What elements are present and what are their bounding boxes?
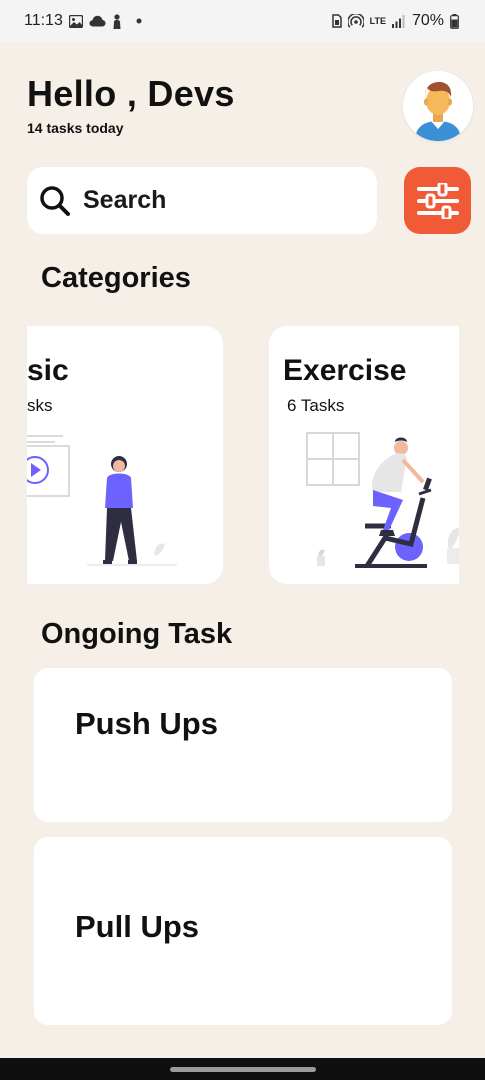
task-title: Pull Ups — [75, 909, 200, 944]
header: Hello , Devs 14 tasks today — [27, 72, 235, 136]
status-bar: 11:13 LTE 70% — [0, 0, 485, 42]
task-title: Push Ups — [75, 706, 218, 741]
category-title: sic — [27, 354, 69, 387]
status-left: 11:13 — [24, 12, 142, 30]
sim-icon — [331, 14, 342, 28]
status-time: 11:13 — [24, 12, 63, 29]
category-card-exercise[interactable]: Exercise 6 Tasks — [269, 326, 459, 584]
person-icon — [112, 13, 122, 29]
category-title: Exercise — [283, 354, 407, 387]
exercise-illustration-icon — [306, 432, 459, 568]
battery-icon — [450, 13, 459, 29]
search-icon — [39, 185, 71, 217]
user-avatar-icon — [403, 71, 473, 141]
category-count: 6 Tasks — [287, 396, 345, 415]
category-count: sks — [27, 396, 53, 415]
hotspot-icon — [347, 14, 364, 28]
category-card-music[interactable]: sic sks — [27, 326, 223, 584]
task-count-subtitle: 14 tasks today — [27, 120, 124, 136]
categories-title: Categories — [41, 262, 191, 294]
cloud-icon — [89, 15, 106, 27]
dot-icon — [136, 18, 142, 24]
sliders-icon — [416, 182, 459, 219]
filter-button[interactable] — [404, 167, 471, 234]
categories-carousel[interactable]: sic sks Exercise 6 Tasks — [27, 326, 459, 584]
music-illustration-icon — [27, 435, 177, 566]
task-card-push-ups[interactable]: Push Ups — [34, 668, 452, 822]
gallery-icon — [68, 14, 83, 28]
avatar[interactable] — [403, 71, 473, 141]
signal-icon — [391, 14, 406, 28]
home-gesture-handle[interactable] — [170, 1067, 316, 1072]
system-nav-bar — [0, 1058, 485, 1080]
status-right: LTE 70% — [331, 12, 459, 30]
search-placeholder: Search — [83, 186, 167, 214]
network-type: LTE — [369, 15, 386, 26]
battery-percent: 70% — [411, 12, 444, 29]
greeting-title: Hello , Devs — [27, 73, 235, 114]
search-input[interactable]: Search — [27, 167, 377, 234]
task-card-pull-ups[interactable]: Pull Ups — [34, 837, 452, 1025]
ongoing-task-title: Ongoing Task — [41, 618, 233, 650]
